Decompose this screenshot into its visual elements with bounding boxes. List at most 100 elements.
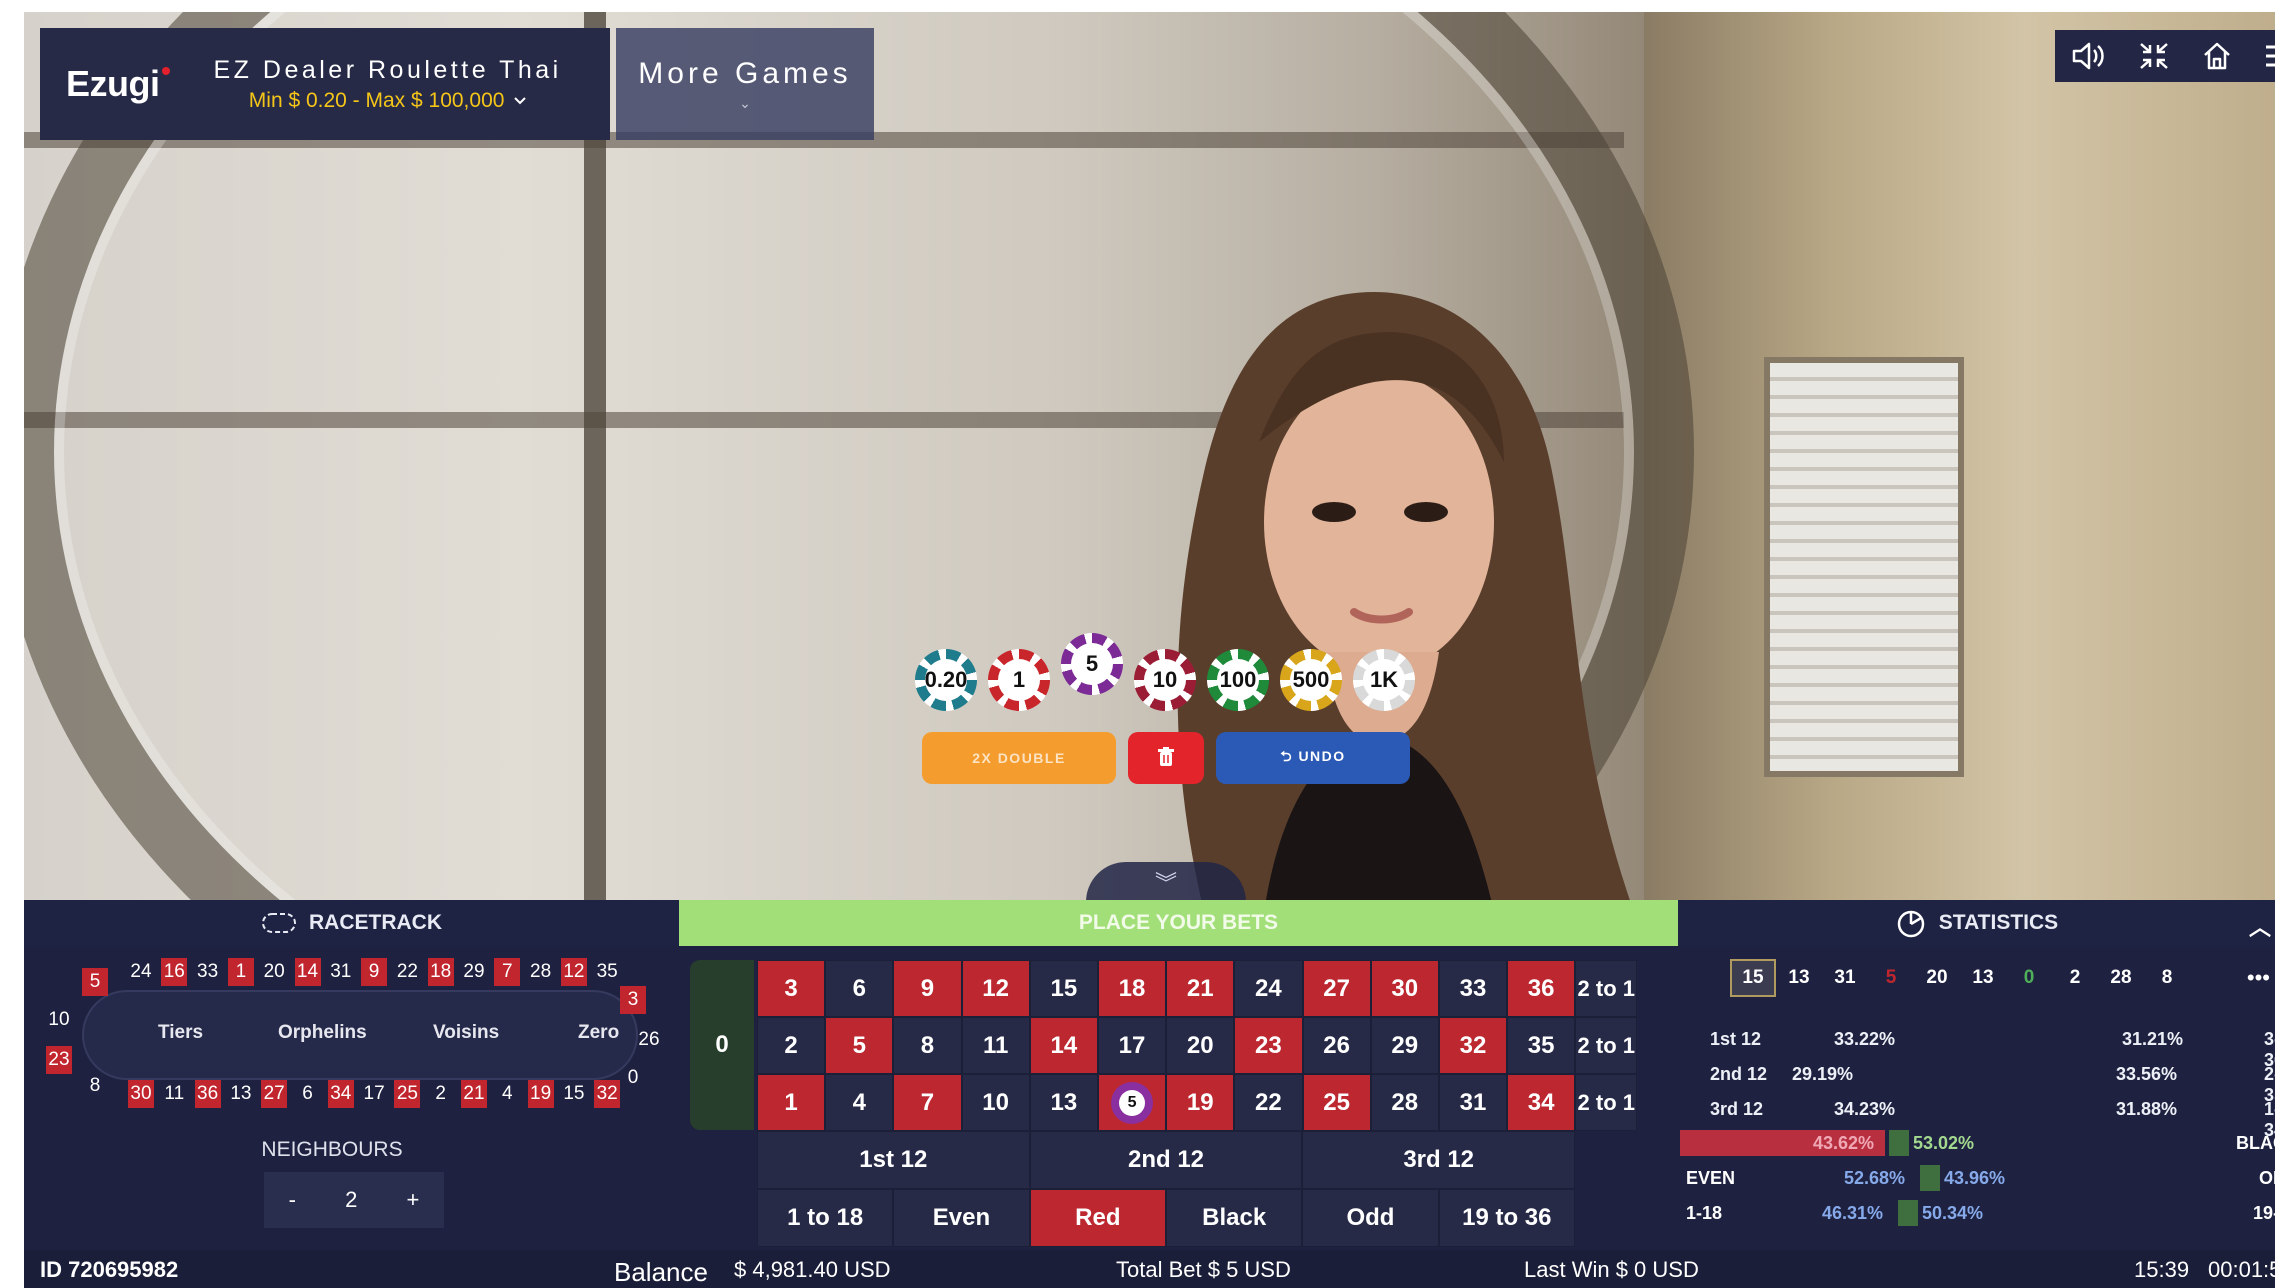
outside-bet[interactable]: Black [1165, 1189, 1303, 1247]
bet-number[interactable]: 4 [825, 1074, 894, 1131]
racetrack-number[interactable]: 32 [594, 1080, 621, 1108]
column-bet[interactable]: 2 to 1 [1575, 960, 1638, 1017]
chevron-up-icon[interactable]: ︿ [2249, 910, 2271, 942]
bet-number[interactable]: 8 [893, 1017, 962, 1074]
shrink-icon[interactable] [2137, 38, 2171, 74]
racetrack-number[interactable]: 2 [428, 1080, 454, 1108]
racetrack-number[interactable]: 10 [46, 1006, 72, 1034]
more-history-icon[interactable]: ••• [2247, 965, 2270, 991]
bet-number[interactable]: 23 [1234, 1017, 1303, 1074]
bet-number[interactable]: 11 [961, 1017, 1030, 1074]
bet-number[interactable]: 28 [1370, 1074, 1439, 1131]
chip-100[interactable]: 100 [1207, 649, 1269, 711]
column-bet[interactable]: 2 to 1 [1575, 1017, 1638, 1074]
bet-number[interactable]: 6 [825, 960, 894, 1017]
bet-number[interactable]: 5 [825, 1017, 894, 1074]
racetrack-number[interactable]: 14 [294, 958, 321, 986]
racetrack-number[interactable]: 8 [82, 1072, 108, 1100]
racetrack-section[interactable]: Orphelins [278, 1022, 367, 1044]
bet-number[interactable]: 13 [1029, 1074, 1098, 1131]
racetrack-number[interactable]: 5 [82, 968, 108, 996]
bet-number[interactable]: 24 [1234, 960, 1303, 1017]
statistics-toggle[interactable]: STATISTICS ︿ [1678, 900, 2275, 946]
bet-number[interactable]: 35 [1507, 1017, 1576, 1074]
racetrack-number[interactable]: 31 [328, 958, 354, 986]
racetrack-number[interactable]: 15 [561, 1080, 587, 1108]
racetrack-number[interactable]: 20 [261, 958, 287, 986]
racetrack-number[interactable]: 23 [46, 1046, 72, 1074]
bet-number[interactable]: 22 [1234, 1074, 1303, 1131]
racetrack-number[interactable]: 30 [128, 1080, 154, 1108]
chip-500[interactable]: 500 [1280, 649, 1342, 711]
racetrack-number[interactable]: 9 [361, 958, 388, 986]
bet-number[interactable]: 1 [757, 1074, 826, 1131]
racetrack-number[interactable]: 35 [594, 958, 620, 986]
bet-number[interactable]: 33 [1438, 960, 1508, 1017]
chip-10[interactable]: 10 [1134, 649, 1196, 711]
racetrack-number[interactable]: 33 [195, 958, 221, 986]
racetrack-section[interactable]: Tiers [158, 1022, 203, 1044]
bet-number[interactable]: 26 [1302, 1017, 1371, 1074]
bet-number[interactable]: 15 [1029, 960, 1098, 1017]
bet-number[interactable]: 32 [1438, 1017, 1508, 1074]
menu-icon[interactable] [2263, 38, 2275, 74]
bet-number[interactable]: 9 [893, 960, 962, 1017]
neighbours-plus-button[interactable]: + [407, 1187, 420, 1213]
chip-1K[interactable]: 1K [1353, 649, 1415, 711]
racetrack-section[interactable]: Zero [578, 1022, 619, 1044]
bet-number[interactable]: 25 [1302, 1074, 1371, 1131]
racetrack-number[interactable]: 29 [461, 958, 487, 986]
racetrack-number[interactable]: 19 [527, 1080, 554, 1108]
bet-zero[interactable]: 0 [690, 960, 754, 1130]
outside-bet[interactable]: Red [1029, 1189, 1166, 1247]
collapse-panel-button[interactable]: ︾ [1086, 862, 1246, 902]
racetrack-number[interactable]: 6 [295, 1080, 321, 1108]
racetrack-number[interactable]: 26 [636, 1026, 662, 1054]
outside-bet[interactable]: 1 to 18 [757, 1189, 894, 1247]
table-limits[interactable]: Min $ 0.20 - Max $ 100,000 [249, 89, 527, 113]
racetrack-number[interactable]: 36 [194, 1080, 221, 1108]
racetrack-number[interactable]: 16 [161, 958, 188, 986]
bet-number[interactable]: 19 [1166, 1074, 1235, 1131]
bet-number[interactable]: 36 [1507, 960, 1576, 1017]
bet-number[interactable]: 29 [1370, 1017, 1439, 1074]
chip-1[interactable]: 1 [988, 649, 1050, 711]
outside-bet[interactable]: Odd [1302, 1189, 1439, 1247]
undo-button[interactable]: ⮌ UNDO [1216, 732, 1410, 784]
racetrack-number[interactable]: 4 [494, 1080, 520, 1108]
speaker-icon[interactable] [2071, 38, 2107, 74]
bet-number[interactable]: 17 [1097, 1017, 1167, 1074]
bet-number[interactable]: 34 [1507, 1074, 1576, 1131]
racetrack-number[interactable]: 1 [227, 958, 254, 986]
racetrack-number[interactable]: 28 [528, 958, 554, 986]
racetrack-number[interactable]: 0 [620, 1064, 646, 1092]
bet-number[interactable]: 27 [1302, 960, 1371, 1017]
racetrack-number[interactable]: 21 [461, 1080, 487, 1108]
bet-number[interactable]: 12 [961, 960, 1030, 1017]
racetrack[interactable]: 5 24 16 33 1 20 14 31 9 22 18 29 7 28 12 35 8 30 11 36 13 27 6… [38, 950, 668, 1115]
bet-number[interactable]: 21 [1166, 960, 1235, 1017]
racetrack-number[interactable]: 25 [394, 1080, 421, 1108]
outside-bet[interactable]: Even [893, 1189, 1030, 1247]
racetrack-number[interactable]: 3 [620, 986, 646, 1014]
clear-bets-button[interactable] [1128, 732, 1204, 784]
racetrack-number[interactable]: 34 [327, 1080, 354, 1108]
outside-bet[interactable]: 19 to 36 [1438, 1189, 1575, 1247]
more-games-button[interactable]: More Games ⌄ [616, 28, 874, 140]
double-button[interactable]: 2X DOUBLE [922, 732, 1116, 784]
chip-5[interactable]: 5 [1061, 633, 1123, 695]
column-bet[interactable]: 2 to 1 [1575, 1074, 1638, 1131]
bet-number[interactable]: 20 [1166, 1017, 1235, 1074]
neighbours-minus-button[interactable]: - [289, 1187, 296, 1213]
racetrack-number[interactable]: 13 [228, 1080, 254, 1108]
dozen-bet[interactable]: 1st 12 [757, 1131, 1030, 1189]
racetrack-number[interactable]: 17 [361, 1080, 387, 1108]
table-info[interactable]: EZ Dealer Roulette Thai Min $ 0.20 - Max… [214, 56, 562, 113]
bet-number[interactable]: 10 [961, 1074, 1030, 1131]
racetrack-toggle[interactable]: RACETRACK [24, 900, 679, 946]
bet-number[interactable]: 5 [1097, 1074, 1167, 1131]
racetrack-number[interactable]: 22 [394, 958, 420, 986]
dozen-bet[interactable]: 2nd 12 [1029, 1131, 1303, 1189]
dozen-bet[interactable]: 3rd 12 [1302, 1131, 1576, 1189]
home-icon[interactable] [2201, 38, 2233, 74]
